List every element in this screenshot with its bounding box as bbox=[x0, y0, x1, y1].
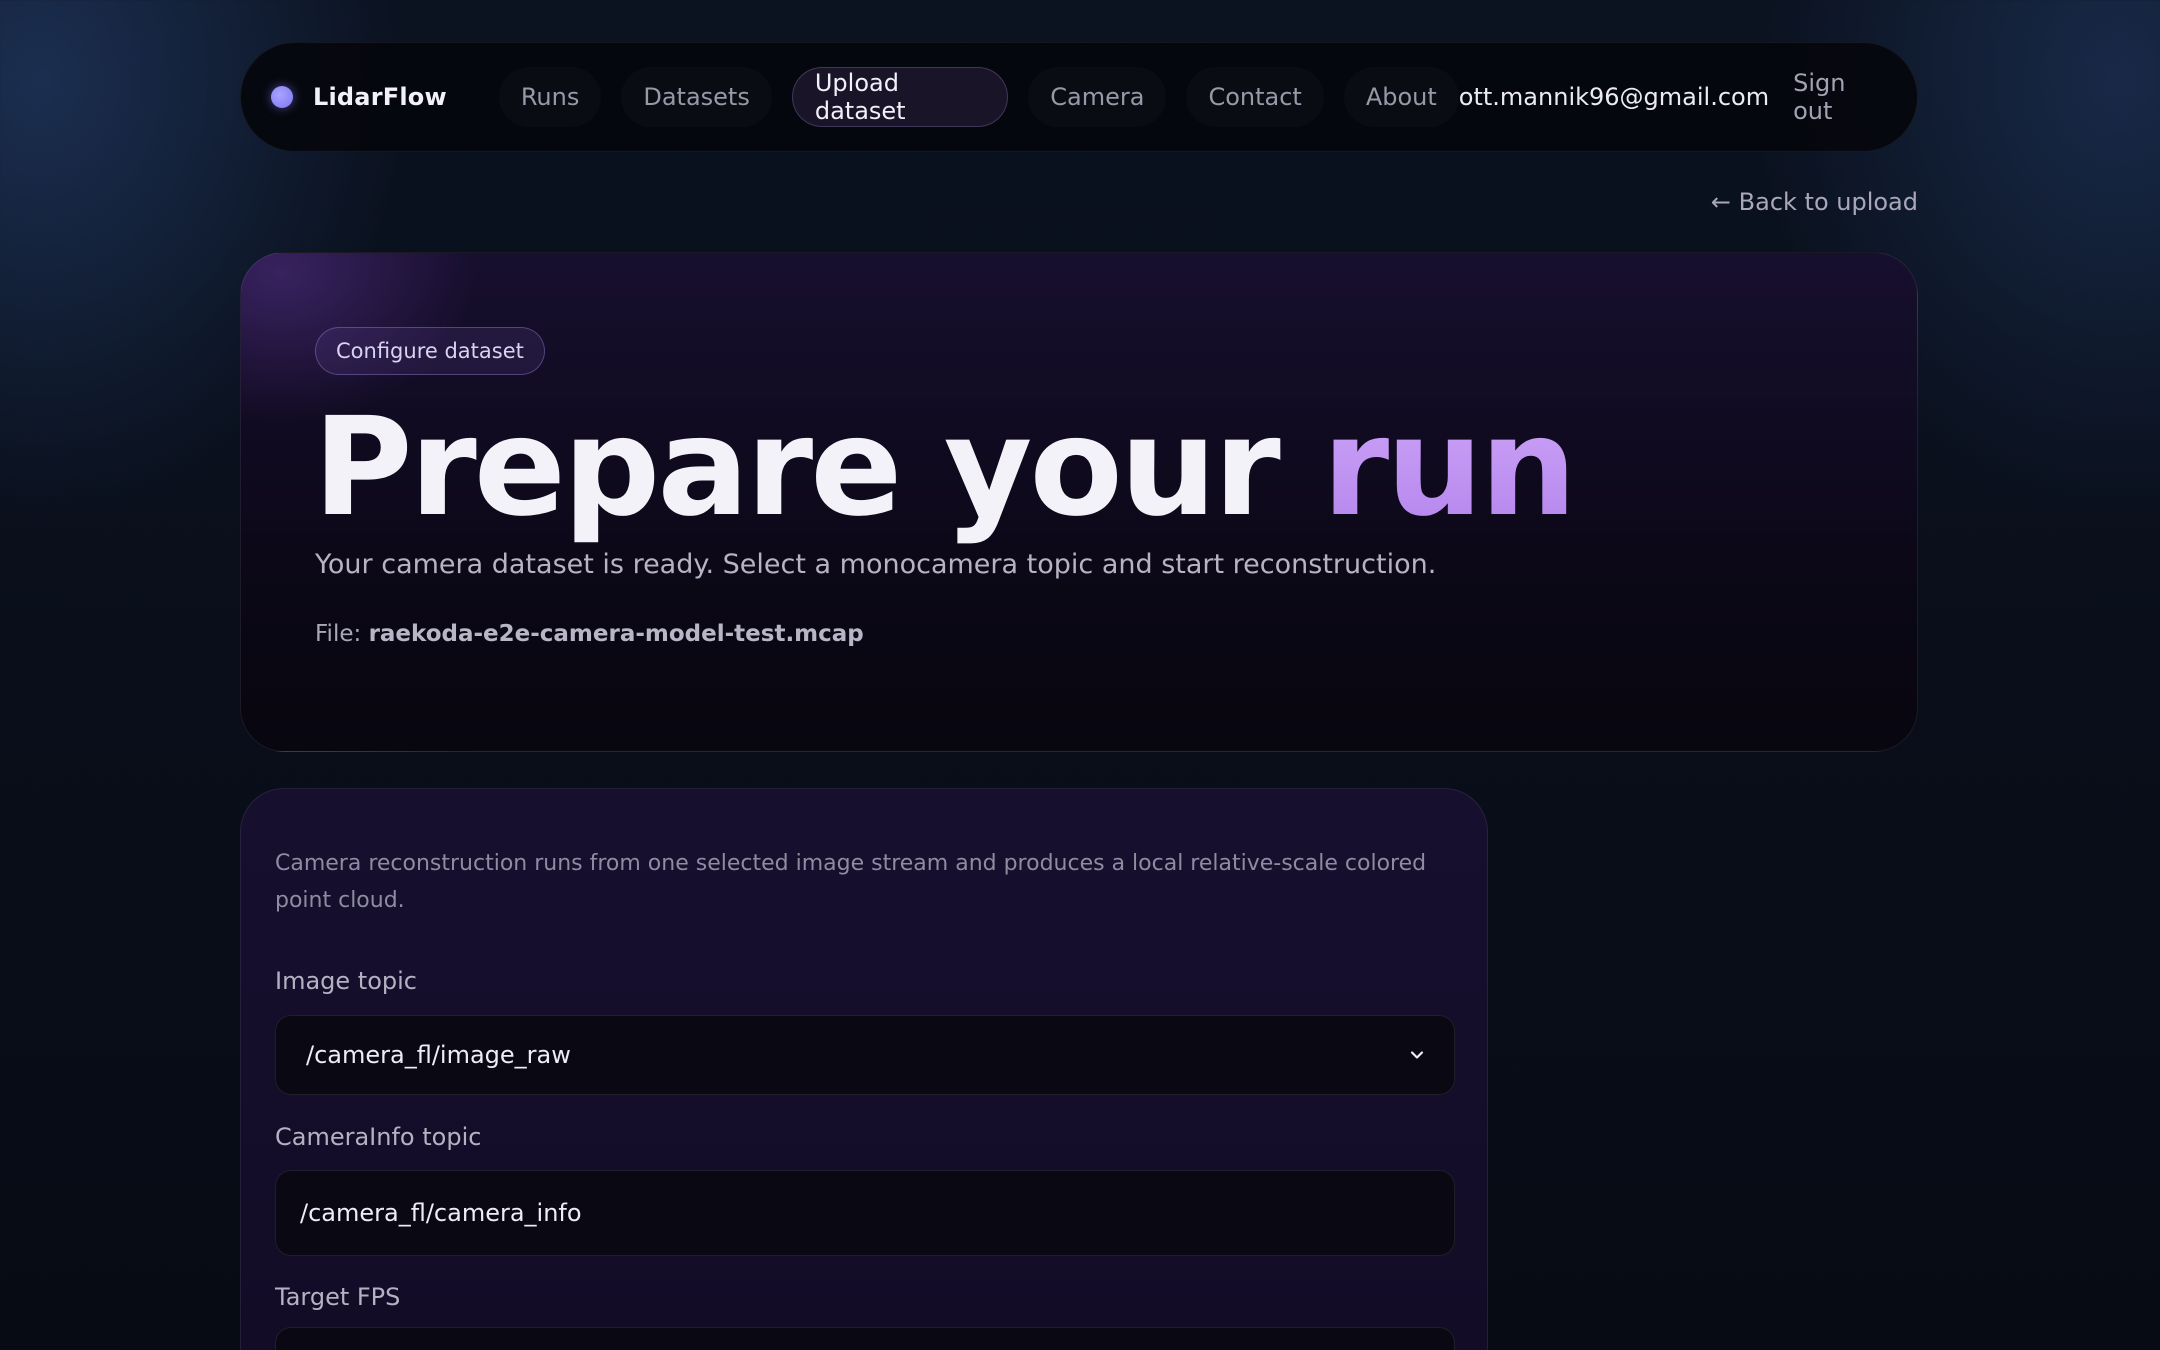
nav-user-area: ott.mannik96@gmail.com Sign out bbox=[1459, 69, 1887, 125]
camerainfo-topic-input[interactable]: /camera_fl/camera_info bbox=[275, 1170, 1455, 1256]
nav-item-contact[interactable]: Contact bbox=[1186, 67, 1323, 127]
nav-item-camera[interactable]: Camera bbox=[1028, 67, 1166, 127]
file-info: File: raekoda-e2e-camera-model-test.mcap bbox=[315, 621, 864, 647]
file-label: File: bbox=[315, 621, 362, 647]
hero-card: Configure dataset Prepare your run Your … bbox=[240, 252, 1918, 752]
nav-item-about[interactable]: About bbox=[1344, 67, 1459, 127]
nav-item-runs[interactable]: Runs bbox=[499, 67, 602, 127]
nav-item-datasets[interactable]: Datasets bbox=[621, 67, 772, 127]
file-name: raekoda-e2e-camera-model-test.mcap bbox=[368, 621, 864, 647]
image-topic-select[interactable]: /camera_fl/image_raw bbox=[275, 1015, 1455, 1095]
top-nav: LidarFlow Runs Datasets Upload dataset C… bbox=[240, 42, 1918, 152]
camerainfo-topic-label: CameraInfo topic bbox=[275, 1123, 482, 1151]
configure-form-card: Camera reconstruction runs from one sele… bbox=[240, 788, 1488, 1350]
back-to-upload-link[interactable]: ← Back to upload bbox=[1711, 188, 1918, 216]
camerainfo-topic-value: /camera_fl/camera_info bbox=[300, 1199, 582, 1227]
page-title-main: Prepare your bbox=[313, 389, 1281, 547]
configure-dataset-badge: Configure dataset bbox=[315, 327, 545, 375]
nav-item-upload-dataset[interactable]: Upload dataset bbox=[791, 67, 1009, 127]
form-description: Camera reconstruction runs from one sele… bbox=[275, 851, 1427, 913]
brand[interactable]: LidarFlow bbox=[271, 83, 447, 111]
sign-out-link[interactable]: Sign out bbox=[1793, 69, 1887, 125]
brand-dot-icon bbox=[271, 86, 293, 108]
target-fps-label: Target FPS bbox=[275, 1283, 401, 1311]
hero-subtitle: Your camera dataset is ready. Select a m… bbox=[315, 549, 1437, 580]
image-topic-label: Image topic bbox=[275, 967, 417, 995]
page-title: Prepare your run bbox=[313, 387, 1577, 550]
brand-name: LidarFlow bbox=[313, 83, 447, 111]
image-topic-value: /camera_fl/image_raw bbox=[306, 1041, 571, 1069]
target-fps-input[interactable] bbox=[275, 1327, 1455, 1350]
page-title-accent: run bbox=[1322, 389, 1577, 547]
chevron-down-icon bbox=[1410, 1051, 1424, 1059]
nav-links: Runs Datasets Upload dataset Camera Cont… bbox=[499, 67, 1459, 127]
user-email: ott.mannik96@gmail.com bbox=[1458, 83, 1770, 111]
